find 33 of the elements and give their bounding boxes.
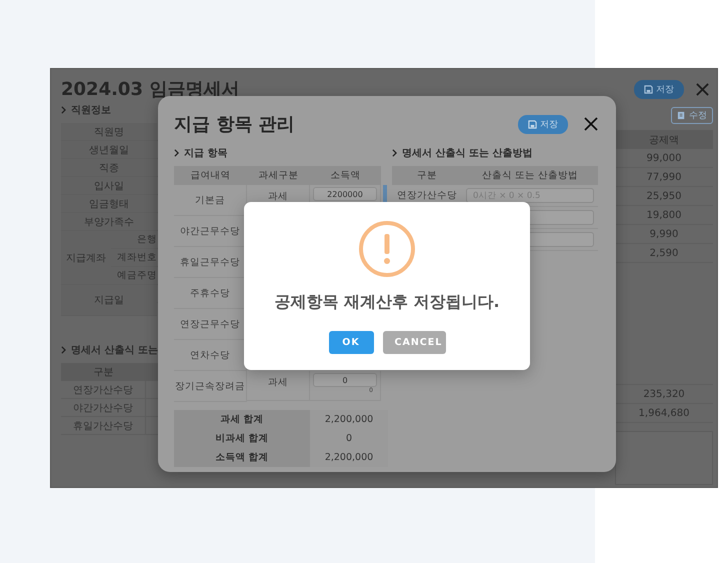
table-cell: 과세 bbox=[268, 190, 288, 202]
chevron-icon bbox=[392, 149, 397, 157]
table-cell: 과세 bbox=[268, 376, 288, 388]
chevron-icon bbox=[61, 346, 66, 354]
section-heading: 명세서 산출식 또는 bbox=[71, 344, 158, 357]
note-icon bbox=[677, 111, 686, 120]
table-cell: 연장가산수당 bbox=[397, 189, 457, 202]
alert-message: 공제항목 재계산후 저장됩니다. bbox=[274, 292, 500, 313]
amount-field[interactable]: 0 bbox=[313, 373, 377, 387]
summary-label: 비과세 합계 bbox=[174, 429, 310, 448]
close-icon[interactable] bbox=[696, 82, 709, 96]
dialog-title: 지급 항목 관리 bbox=[174, 113, 295, 136]
section-heading: 직원정보 bbox=[71, 104, 111, 117]
edit-button[interactable]: 수정 bbox=[671, 107, 713, 124]
save-button[interactable]: 저장 bbox=[634, 80, 684, 98]
table-cell: 장기근속장려금 bbox=[174, 371, 247, 402]
column-header: 급여내역 bbox=[174, 166, 247, 185]
summary-label: 과세 합계 bbox=[174, 410, 310, 429]
section-heading: 명세서 산출식 또는 산출방법 bbox=[402, 147, 532, 160]
chevron-icon bbox=[61, 106, 66, 114]
amount-field[interactable]: 2200000 bbox=[313, 187, 377, 201]
save-button[interactable]: 저장 bbox=[518, 114, 568, 134]
cancel-button[interactable]: CANCEL bbox=[382, 331, 446, 354]
warning-icon bbox=[358, 220, 416, 278]
column-header: 산출식 또는 산출방법 bbox=[462, 166, 598, 185]
close-icon[interactable] bbox=[584, 117, 598, 131]
column-header: 소득액 bbox=[310, 166, 381, 185]
column-header: 구분 bbox=[392, 166, 462, 185]
section-heading: 지급 항목 bbox=[184, 147, 228, 160]
column-header: 과세구분 bbox=[247, 166, 310, 185]
chevron-icon bbox=[174, 149, 179, 157]
summary-label: 소득액 합계 bbox=[174, 448, 310, 467]
ok-button[interactable]: OK bbox=[328, 331, 374, 354]
